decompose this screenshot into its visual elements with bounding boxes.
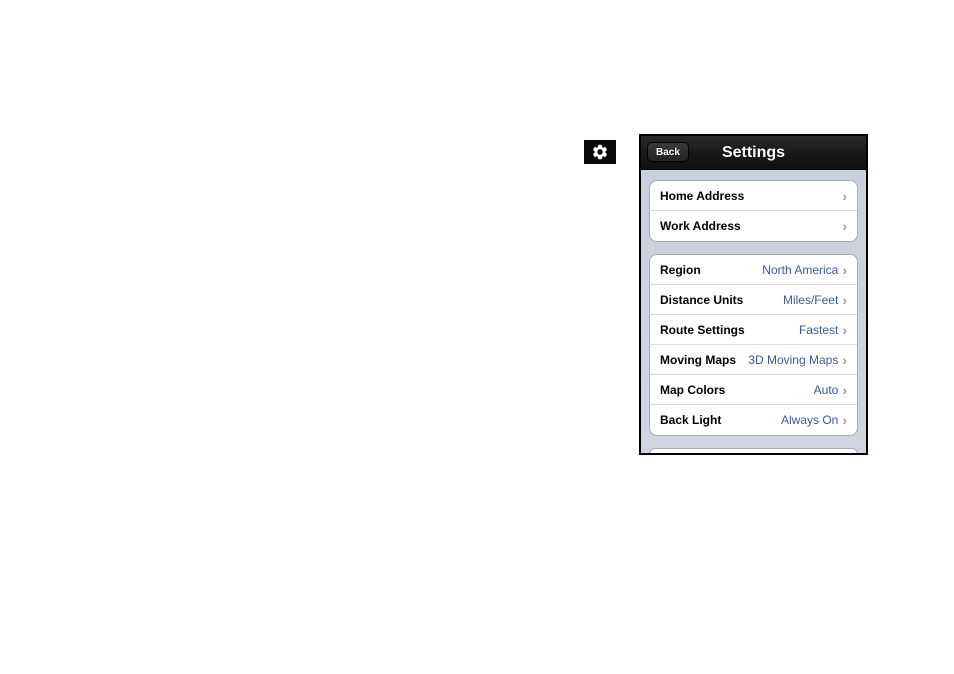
back-button[interactable]: Back [647,142,689,162]
preferences-group: Region North America › Distance Units Mi… [649,254,858,436]
row-label: Home Address [660,189,744,203]
row-value: North America [762,263,838,277]
route-settings-row[interactable]: Route Settings Fastest › [650,315,857,345]
nav-bar: Back Settings [641,136,866,170]
chevron-right-icon: › [842,353,847,367]
row-value: Miles/Feet [783,293,838,307]
row-label: Map Colors [660,383,725,397]
back-button-label: Back [656,147,680,158]
gear-icon [584,140,616,164]
home-address-row[interactable]: Home Address › [650,181,857,211]
row-right: 3D Moving Maps › [748,353,847,367]
chevron-right-icon: › [842,219,847,233]
row-right: › [838,219,847,233]
partial-next-group [649,448,858,453]
address-group: Home Address › Work Address › [649,180,858,242]
row-label: Route Settings [660,323,745,337]
row-right: Always On › [781,413,847,427]
phone-inner: Back Settings Home Address › Work Addres… [641,136,866,453]
settings-screen: Back Settings Home Address › Work Addres… [639,134,868,455]
content-area[interactable]: Home Address › Work Address › Regio [641,170,866,453]
back-light-row[interactable]: Back Light Always On › [650,405,857,435]
row-label: Back Light [660,413,721,427]
chevron-right-icon: › [842,383,847,397]
chevron-right-icon: › [842,293,847,307]
row-right: › [838,189,847,203]
row-right: Miles/Feet › [783,293,847,307]
row-value: Auto [814,383,839,397]
row-right: North America › [762,263,847,277]
row-right: Auto › [814,383,847,397]
row-value: 3D Moving Maps [748,353,838,367]
work-address-row[interactable]: Work Address › [650,211,857,241]
map-colors-row[interactable]: Map Colors Auto › [650,375,857,405]
row-value: Always On [781,413,838,427]
row-value: Fastest [799,323,838,337]
region-row[interactable]: Region North America › [650,255,857,285]
moving-maps-row[interactable]: Moving Maps 3D Moving Maps › [650,345,857,375]
row-label: Region [660,263,701,277]
chevron-right-icon: › [842,413,847,427]
distance-units-row[interactable]: Distance Units Miles/Feet › [650,285,857,315]
row-right: Fastest › [799,323,847,337]
row-label: Distance Units [660,293,743,307]
row-label: Work Address [660,219,741,233]
chevron-right-icon: › [842,323,847,337]
chevron-right-icon: › [842,189,847,203]
row-label: Moving Maps [660,353,736,367]
chevron-right-icon: › [842,263,847,277]
gear-icon-svg [591,143,609,161]
